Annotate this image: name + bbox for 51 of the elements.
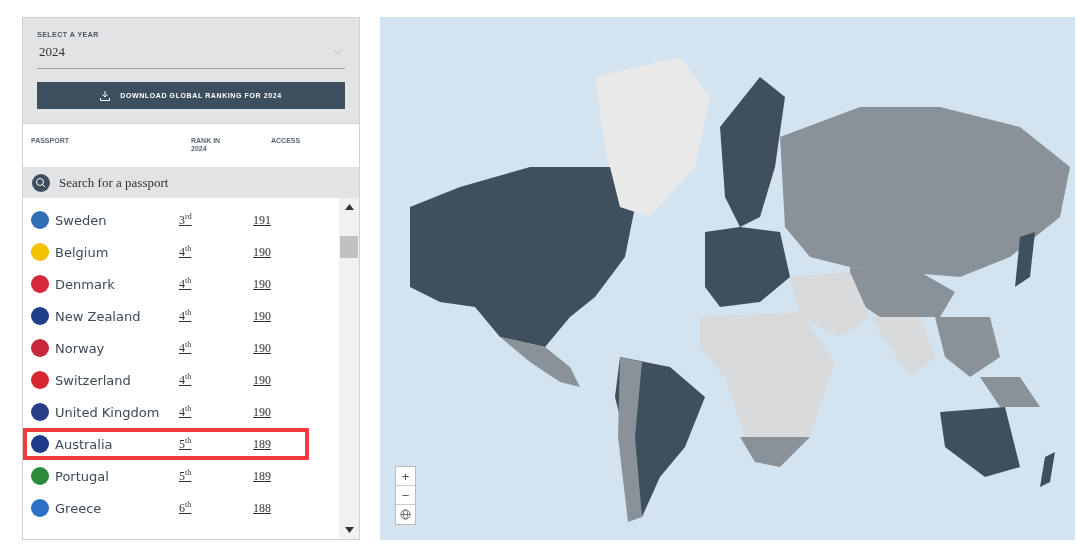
rank-link[interactable]: 4$^{th}$ [179, 404, 192, 420]
globe-icon [400, 509, 411, 520]
passport-name: Norway [55, 340, 106, 356]
rank-link[interactable]: 5$^{th}$ [179, 436, 192, 452]
chevron-down-icon [333, 49, 343, 55]
passport-name: Greece [55, 500, 103, 516]
access-link[interactable]: 190 [253, 308, 271, 324]
rank-link[interactable]: 5$^{th}$ [179, 468, 192, 484]
passport-name: Sweden [55, 212, 108, 228]
access-link[interactable]: 190 [253, 404, 271, 420]
highlighted-row[interactable]: Australia 5$^{th}$ 189 [23, 428, 309, 460]
access-link[interactable]: 188 [253, 500, 271, 516]
access-link[interactable]: 189 [253, 468, 271, 484]
download-icon [100, 90, 111, 101]
passport-row[interactable]: Portugal 5$^{th}$ 189 [23, 460, 309, 492]
scrollbar-thumb[interactable] [340, 236, 358, 258]
passport-row[interactable]: Sweden 3$^{rd}$ 191 [23, 204, 309, 236]
passport-name: Portugal [55, 468, 110, 484]
search-field[interactable]: Search for a passport [57, 173, 350, 192]
rank-link[interactable]: 6$^{th}$ [179, 500, 192, 516]
passport-row[interactable]: Greece 6$^{th}$ 188 [23, 492, 309, 524]
rank-link[interactable]: 3$^{rd}$ [179, 212, 192, 228]
rank-link[interactable]: 4$^{th}$ [179, 244, 192, 260]
passport-name: Belgium [55, 244, 110, 260]
scroll-down-icon[interactable] [344, 527, 354, 533]
access-link[interactable]: 191 [253, 212, 271, 228]
passport-row[interactable]: Belgium 4$^{th}$ 190 [23, 236, 309, 268]
rank-link[interactable]: 4$^{th}$ [179, 340, 192, 356]
passport-name: Australia [55, 436, 114, 452]
access-link[interactable]: 190 [253, 276, 271, 292]
access-link[interactable]: 189 [253, 436, 271, 452]
access-link[interactable]: 190 [253, 340, 271, 356]
passport-row[interactable]: Denmark 4$^{th}$ 190 [23, 268, 309, 300]
passport-name: New Zealand [55, 308, 142, 324]
passport-row[interactable]: New Zealand 4$^{th}$ 190 [23, 300, 309, 332]
scroll-up-icon[interactable] [344, 204, 354, 210]
rank-link[interactable]: 4$^{th}$ [179, 372, 192, 388]
rank-link[interactable]: 4$^{th}$ [179, 308, 192, 324]
passport-name: United Kingdom [55, 404, 161, 420]
passport-name: Denmark [55, 276, 116, 292]
year-select[interactable]: 2024 [37, 38, 345, 69]
passport-row[interactable]: Switzerland 4$^{th}$ 190 [23, 364, 309, 396]
search-icon [32, 173, 50, 192]
passport-row[interactable]: United Kingdom 4$^{th}$ 190 [23, 396, 309, 428]
passport-name: Switzerland [55, 372, 132, 388]
access-link[interactable]: 190 [253, 372, 271, 388]
scrollbar[interactable] [339, 198, 359, 539]
access-link[interactable]: 190 [253, 244, 271, 260]
rank-link[interactable]: 4$^{th}$ [179, 276, 192, 292]
search-bar[interactable]: Search for a passport [23, 167, 359, 198]
passport-row[interactable]: Norway 4$^{th}$ 190 [23, 332, 309, 364]
